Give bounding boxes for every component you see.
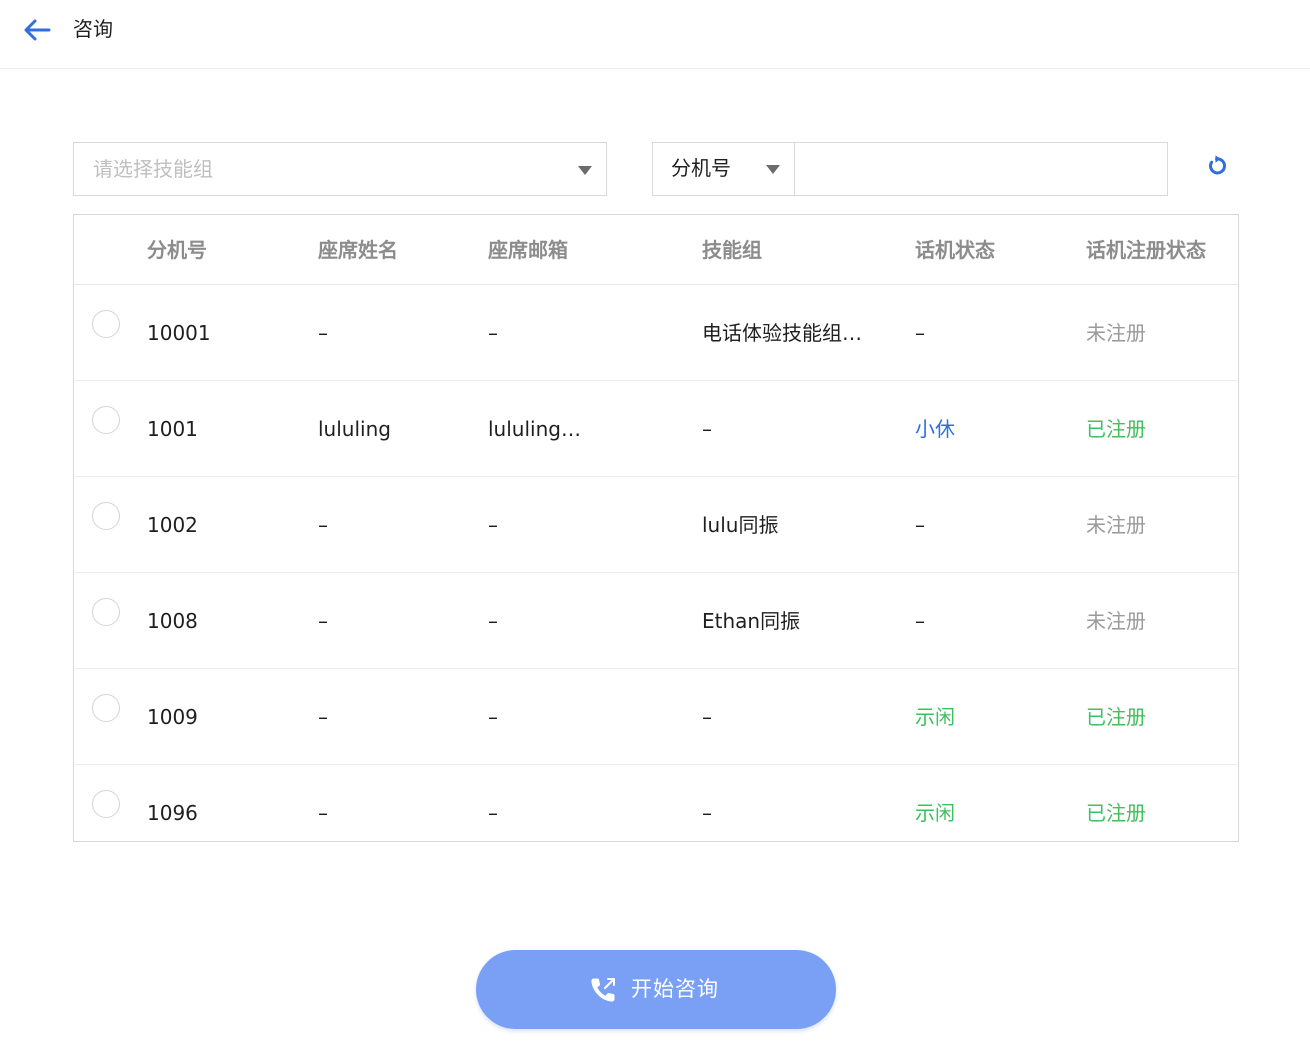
column-header-skill-group: 技能组 — [702, 238, 762, 262]
start-consult-button[interactable]: 开始咨询 — [476, 950, 836, 1029]
caret-down-icon — [766, 165, 780, 174]
cell-agent-email: – — [488, 609, 498, 633]
cell-extension: 1008 — [147, 609, 198, 633]
row-radio[interactable] — [92, 406, 120, 434]
cell-skill-group: lulu同振 — [702, 513, 779, 537]
cell-agent-name: lululing — [318, 417, 391, 441]
caret-down-icon — [578, 166, 592, 175]
cell-extension: 1001 — [147, 417, 198, 441]
cell-extension: 1002 — [147, 513, 198, 537]
phone-transfer-icon — [591, 978, 615, 1002]
refresh-icon[interactable] — [1205, 154, 1229, 178]
cell-agent-name: – — [318, 609, 328, 633]
cell-registration-status: 已注册 — [1086, 801, 1146, 825]
table-row[interactable]: 1009 – – – 示闲 已注册 — [74, 669, 1238, 765]
column-header-agent-email: 座席邮箱 — [488, 238, 568, 262]
cell-phone-status: – — [915, 513, 925, 537]
cell-extension: 1096 — [147, 801, 198, 825]
cell-registration-status: 已注册 — [1086, 705, 1146, 729]
cell-skill-group: – — [702, 801, 712, 825]
cell-skill-group: 电话体验技能组… — [702, 321, 862, 345]
search-group: 分机号 — [652, 142, 1168, 196]
table-row[interactable]: 1001 lululing lululing… – 小休 已注册 — [74, 381, 1238, 477]
column-header-registration-status: 话机注册状态 — [1086, 238, 1206, 262]
cell-phone-status: – — [915, 609, 925, 633]
row-radio[interactable] — [92, 694, 120, 722]
cell-agent-name: – — [318, 705, 328, 729]
cell-registration-status: 未注册 — [1086, 513, 1146, 537]
page-title: 咨询 — [73, 17, 113, 41]
table-row[interactable]: 1008 – – Ethan同振 – 未注册 — [74, 573, 1238, 669]
cell-agent-name: – — [318, 513, 328, 537]
cell-phone-status: 示闲 — [915, 705, 955, 729]
cell-phone-status: – — [915, 321, 925, 345]
cell-skill-group: Ethan同振 — [702, 609, 801, 633]
search-field-select[interactable]: 分机号 — [653, 143, 795, 195]
row-radio[interactable] — [92, 502, 120, 530]
cell-agent-email: – — [488, 801, 498, 825]
table-row[interactable]: 1002 – – lulu同振 – 未注册 — [74, 477, 1238, 573]
cell-agent-name: – — [318, 321, 328, 345]
row-radio[interactable] — [92, 598, 120, 626]
table-header: 分机号 座席姓名 座席邮箱 技能组 话机状态 话机注册状态 — [74, 215, 1238, 285]
cell-agent-email: – — [488, 321, 498, 345]
cell-agent-name: – — [318, 801, 328, 825]
skill-group-placeholder: 请选择技能组 — [93, 157, 213, 181]
cell-extension: 10001 — [147, 321, 211, 345]
row-radio[interactable] — [92, 790, 120, 818]
header-bar: 咨询 — [0, 0, 1310, 69]
cell-skill-group: – — [702, 417, 712, 441]
cell-skill-group: – — [702, 705, 712, 729]
row-radio[interactable] — [92, 310, 120, 338]
cell-phone-status: 示闲 — [915, 801, 955, 825]
search-input[interactable] — [796, 143, 1167, 195]
cell-registration-status: 已注册 — [1086, 417, 1146, 441]
start-consult-label: 开始咨询 — [631, 977, 719, 1001]
cell-agent-email: lululing… — [488, 417, 581, 441]
table-row[interactable]: 1096 – – – 示闲 已注册 — [74, 765, 1238, 841]
extension-table: 分机号 座席姓名 座席邮箱 技能组 话机状态 话机注册状态 10001 – – … — [73, 214, 1239, 842]
skill-group-select[interactable]: 请选择技能组 — [73, 142, 607, 196]
column-header-extension: 分机号 — [147, 238, 207, 262]
column-header-agent-name: 座席姓名 — [318, 238, 398, 262]
cell-extension: 1009 — [147, 705, 198, 729]
cell-registration-status: 未注册 — [1086, 609, 1146, 633]
cell-registration-status: 未注册 — [1086, 321, 1146, 345]
column-header-phone-status: 话机状态 — [915, 238, 995, 262]
cell-agent-email: – — [488, 705, 498, 729]
search-field-label: 分机号 — [671, 156, 731, 180]
back-arrow-icon[interactable] — [22, 16, 52, 44]
table-row[interactable]: 10001 – – 电话体验技能组… – 未注册 — [74, 285, 1238, 381]
cell-agent-email: – — [488, 513, 498, 537]
cell-phone-status: 小休 — [915, 417, 955, 441]
